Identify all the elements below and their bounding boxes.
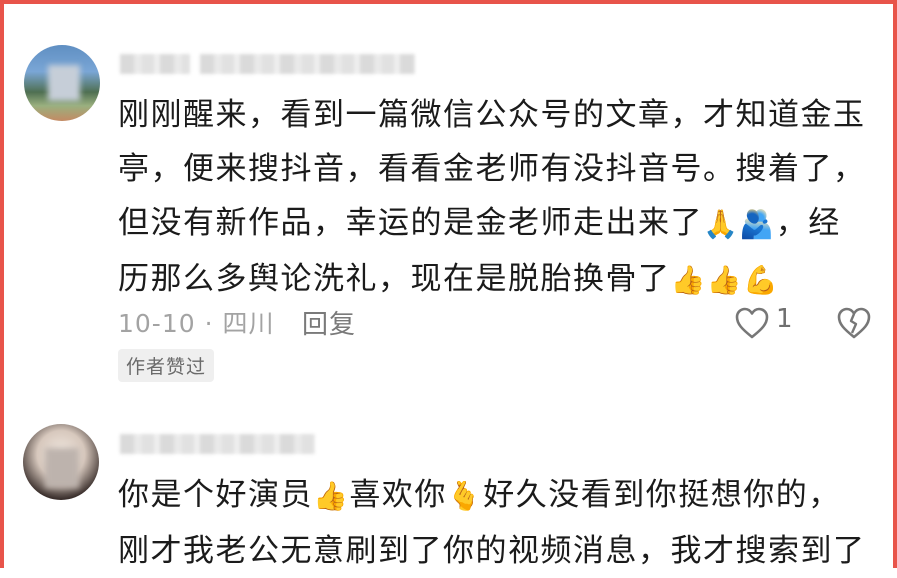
comment-line: 历那么多舆论洗礼，现在是脱胎换骨了👍👍💪 <box>118 252 866 308</box>
comment-line: 但没有新作品，幸运的是金老师走出来了🙏🫂，经 <box>118 196 866 252</box>
comment-line-text: 但没有新作品，幸运的是金老师走出来了 <box>118 205 703 241</box>
reply-button[interactable]: 回复 <box>302 304 356 341</box>
broken-heart-icon[interactable] <box>836 306 872 340</box>
username-blurred[interactable] <box>120 434 315 454</box>
avatar[interactable] <box>24 45 100 121</box>
comment-line: 亭，便来搜抖音，看看金老师有没抖音号。搜着了， <box>118 151 866 187</box>
like-count: 1 <box>776 304 793 334</box>
comment-line-text: 喜欢你 <box>349 477 447 513</box>
comment-line-text: 历那么多舆论洗礼，现在是脱胎换骨了 <box>118 260 671 297</box>
heart-outline-icon[interactable] <box>734 306 770 340</box>
comment-line-text: 好久没看到你挺想你的， <box>483 477 841 513</box>
emoji-group: 🙏🫂 <box>703 207 776 241</box>
comment-line-text: ，经 <box>775 205 841 241</box>
thumbs-up-emoji: 👍 <box>313 479 350 513</box>
finger-heart-emoji: 🫰 <box>446 479 484 513</box>
username-blurred[interactable] <box>200 54 415 74</box>
comment-line-text: 你是个好演员 <box>118 477 313 513</box>
comment-line: 刚才我老公无意刷到了你的视频消息，我才搜索到了 <box>118 532 866 569</box>
comment-text: 刚刚醒来，看到一篇微信公众号的文章，才知道金玉 亭，便来搜抖音，看看金老师有没抖… <box>118 88 866 307</box>
comment-date-location: 10-10 · 四川 <box>118 309 275 338</box>
comment-line: 刚刚醒来，看到一篇微信公众号的文章，才知道金玉 <box>118 97 866 133</box>
author-liked-badge: 作者赞过 <box>118 349 215 382</box>
username-blurred[interactable] <box>120 54 190 74</box>
avatar[interactable] <box>23 424 99 500</box>
emoji-group: 👍👍💪 <box>670 263 780 296</box>
comment-text: 你是个好演员👍喜欢你🫰好久没看到你挺想你的， 刚才我老公无意刷到了你的视频消息，… <box>118 468 866 578</box>
comment-line: 你是个好演员👍喜欢你🫰好久没看到你挺想你的， <box>118 468 866 524</box>
